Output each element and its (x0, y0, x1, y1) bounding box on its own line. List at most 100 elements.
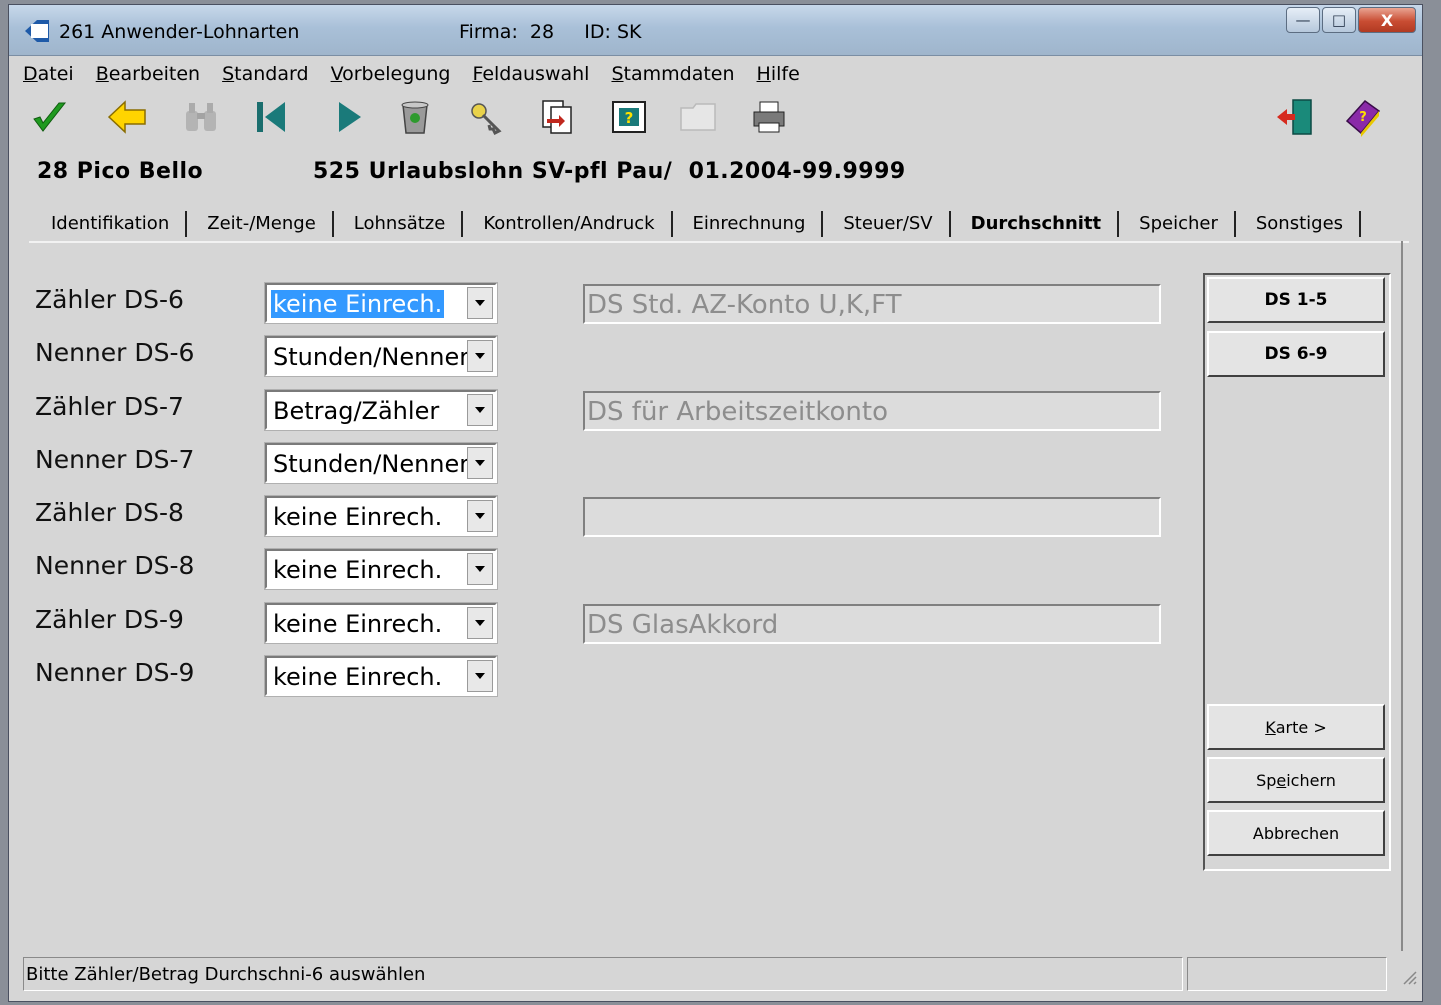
menu-stammdaten[interactable]: Stammdaten (611, 63, 734, 85)
tab-panel-border (29, 241, 1409, 243)
maximize-button[interactable]: □ (1322, 7, 1356, 33)
combo-value: Stunden/Nenner (273, 450, 470, 478)
menu-bearbeiten[interactable]: Bearbeiten (96, 63, 200, 85)
dropdown-arrow-icon[interactable] (467, 660, 493, 692)
ds-1-5-button[interactable]: DS 1-5 (1207, 277, 1385, 323)
speichern-mnemonic: e (1276, 770, 1287, 790)
label-zaehler-ds6: Zähler DS-6 (35, 285, 184, 314)
desc-text: DS für Arbeitszeitkonto (587, 397, 888, 427)
first-record-icon[interactable] (251, 97, 291, 137)
speichern-button[interactable]: Sp e ichern (1207, 757, 1385, 803)
menu-hilfe[interactable]: Hilfe (757, 63, 800, 85)
window-title: 261 Anwender-Lohnarten (59, 21, 300, 43)
dropdown-arrow-icon[interactable] (467, 553, 493, 585)
binoculars-icon[interactable] (181, 97, 221, 137)
combo-nenner-ds9[interactable]: keine Einrech. (264, 655, 498, 697)
help-book-icon[interactable]: ? (1343, 97, 1383, 137)
folder-icon[interactable] (679, 97, 719, 137)
svg-text:?: ? (1359, 110, 1367, 125)
tab-zeit-menge[interactable]: Zeit-/Menge (187, 211, 334, 237)
maximize-icon: □ (1331, 11, 1347, 29)
menu-stammdaten-label: tammdaten (623, 63, 735, 85)
tab-durchschnitt[interactable]: Durchschnitt (951, 211, 1120, 237)
combo-zaehler-ds9[interactable]: keine Einrech. (264, 602, 498, 644)
menu-standard-mnemonic: S (222, 63, 235, 85)
toolbar: ? ? (23, 95, 1423, 143)
abbrechen-button[interactable]: Abbrechen (1207, 810, 1385, 856)
menu-feldauswahl[interactable]: Feldauswahl (472, 63, 589, 85)
tab-lohnsaetze[interactable]: Lohnsätze (334, 211, 464, 237)
next-record-icon[interactable] (329, 97, 369, 137)
karte-button[interactable]: Karte > (1207, 704, 1385, 750)
help-window-icon[interactable]: ? (609, 97, 649, 137)
export-icon[interactable] (537, 97, 577, 137)
menu-standard[interactable]: Standard (222, 63, 308, 85)
combo-value: keine Einrech. (273, 503, 443, 531)
menu-feldauswahl-label: eldauswahl (482, 63, 590, 85)
tab-identifikation[interactable]: Identifikation (31, 211, 188, 237)
menu-stammdaten-mnemonic: S (611, 63, 624, 85)
dropdown-arrow-icon[interactable] (467, 447, 493, 479)
menu-vorbelegung[interactable]: Vorbelegung (331, 63, 451, 85)
menu-datei[interactable]: Datei (23, 63, 74, 85)
window-controls: — □ X (1284, 7, 1416, 33)
printer-icon[interactable] (749, 97, 789, 137)
tab-panel-border-right (1401, 241, 1403, 951)
speichern-post: ichern (1286, 770, 1336, 790)
menu-hilfe-label: ilfe (770, 63, 800, 85)
menu-standard-label: tandard (234, 63, 309, 85)
menu-hilfe-mnemonic: H (756, 63, 771, 85)
tab-kontrollen-andruck[interactable]: Kontrollen/Andruck (463, 211, 673, 237)
combo-value: keine Einrech. (271, 290, 445, 318)
svg-text:?: ? (625, 109, 634, 127)
tab-steuer-sv[interactable]: Steuer/SV (823, 211, 951, 237)
menu-datei-mnemonic: D (23, 63, 38, 85)
title-bar: 261 Anwender-Lohnarten Firma: 28 ID: SK … (9, 5, 1422, 56)
combo-nenner-ds6[interactable]: Stunden/Nenner (264, 335, 498, 377)
menu-bar: Datei Bearbeiten Standard Vorbelegung Fe… (23, 63, 822, 85)
key-icon[interactable] (467, 97, 507, 137)
tab-sonstiges[interactable]: Sonstiges (1236, 211, 1362, 237)
status-panel (1187, 957, 1387, 991)
combo-zaehler-ds6[interactable]: keine Einrech. (264, 282, 498, 324)
menu-vorbelegung-mnemonic: V (330, 63, 343, 85)
combo-nenner-ds7[interactable]: Stunden/Nenner (264, 442, 498, 484)
karte-mnemonic: K (1265, 717, 1276, 737)
dropdown-arrow-icon[interactable] (467, 287, 493, 319)
desc-field-ds8 (583, 497, 1161, 537)
tab-strip: Identifikation Zeit-/Menge Lohnsätze Kon… (31, 211, 1362, 239)
ds-6-9-button[interactable]: DS 6-9 (1207, 331, 1385, 377)
firma-id-label: Firma: 28 ID: SK (459, 21, 642, 43)
back-arrow-icon[interactable] (107, 97, 147, 137)
label-zaehler-ds7: Zähler DS-7 (35, 392, 184, 421)
combo-value: Stunden/Nenner (273, 343, 470, 371)
dropdown-arrow-icon[interactable] (467, 500, 493, 532)
dropdown-arrow-icon[interactable] (467, 394, 493, 426)
recycle-bin-icon[interactable] (395, 97, 435, 137)
menu-vorbelegung-label: orbelegung (342, 63, 451, 85)
combo-value: keine Einrech. (273, 663, 443, 691)
label-zaehler-ds9: Zähler DS-9 (35, 605, 184, 634)
label-nenner-ds8: Nenner DS-8 (35, 551, 195, 580)
dropdown-arrow-icon[interactable] (467, 340, 493, 372)
label-nenner-ds7: Nenner DS-7 (35, 445, 195, 474)
checkmark-icon[interactable] (29, 97, 69, 137)
tab-speicher[interactable]: Speicher (1119, 211, 1236, 237)
combo-nenner-ds8[interactable]: keine Einrech. (264, 548, 498, 590)
close-icon: X (1380, 10, 1394, 30)
status-bar: Bitte Zähler/Betrag Durchschni-6 auswähl… (23, 957, 1419, 993)
close-button[interactable]: X (1358, 7, 1416, 33)
exit-door-icon[interactable] (1275, 97, 1315, 137)
menu-datei-label: atei (37, 63, 74, 85)
lohnart-title: 525 Urlaubslohn SV-pfl Pau/ 01.2004-99.9… (313, 159, 906, 184)
combo-zaehler-ds7[interactable]: Betrag/Zähler (264, 389, 498, 431)
app-icon (25, 20, 49, 42)
resize-grip-icon[interactable] (1399, 967, 1417, 989)
dropdown-arrow-icon[interactable] (467, 607, 493, 639)
combo-zaehler-ds8[interactable]: keine Einrech. (264, 495, 498, 537)
combo-value: Betrag/Zähler (273, 397, 440, 425)
minimize-button[interactable]: — (1286, 7, 1320, 33)
combo-value: keine Einrech. (273, 610, 443, 638)
desc-text: DS GlasAkkord (587, 610, 779, 640)
tab-einrechnung[interactable]: Einrechnung (673, 211, 824, 237)
